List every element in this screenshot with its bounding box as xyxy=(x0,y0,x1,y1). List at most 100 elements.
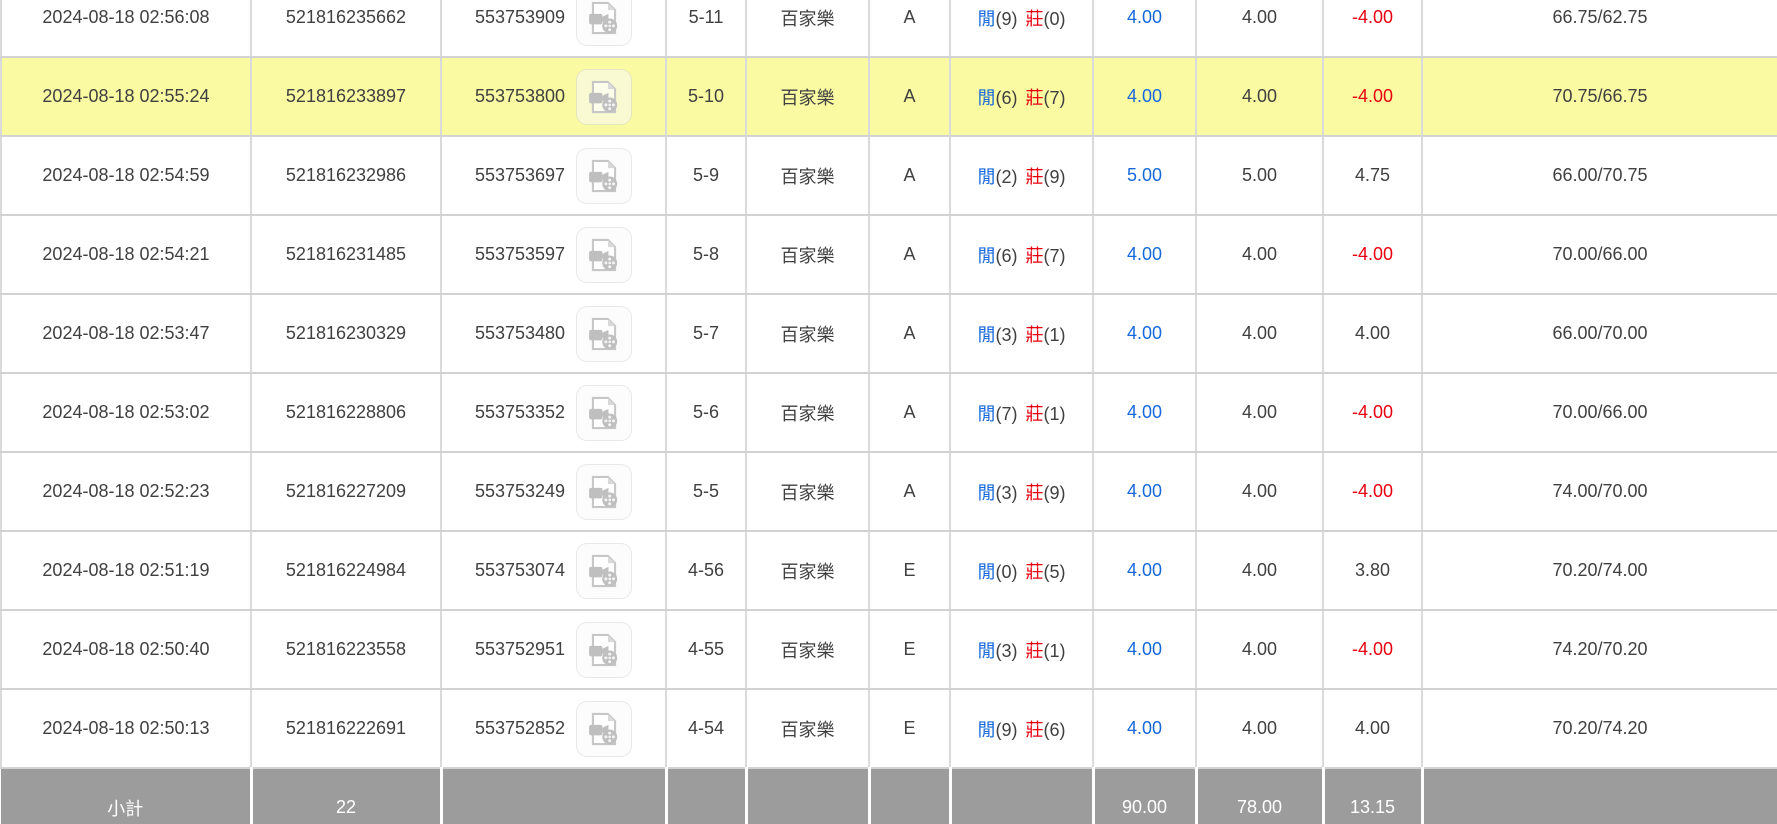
game-round-id: 553753909 xyxy=(475,7,565,28)
bet-row[interactable]: 2024-08-18 02:52:23 521816227209 5537532… xyxy=(1,452,1777,531)
balance-cell: 66.75/62.75 xyxy=(1422,0,1777,57)
subtotal-valid-total: 78.00 xyxy=(1196,768,1323,824)
bet-row[interactable]: 2024-08-18 02:56:08 521816235662 5537539… xyxy=(1,0,1777,57)
subtotal-empty-cell xyxy=(441,768,666,824)
game-round-id: 553753697 xyxy=(475,165,565,186)
video-replay-button[interactable] xyxy=(576,622,632,678)
player-result-label: 閒 xyxy=(978,483,996,503)
game-name-cell: 百家樂 xyxy=(746,294,869,373)
game-round-id-cell: 553753697 xyxy=(441,136,666,215)
bet-amount-link[interactable]: 4.00 xyxy=(1093,215,1196,294)
bet-amount-link[interactable]: 4.00 xyxy=(1093,689,1196,768)
bet-id-cell: 521816231485 xyxy=(251,215,441,294)
video-replay-button[interactable] xyxy=(576,0,632,46)
player-result-score: (3) xyxy=(996,325,1018,345)
bet-amount-link[interactable]: 4.00 xyxy=(1093,294,1196,373)
banker-result-score: (1) xyxy=(1044,404,1066,424)
player-result-score: (7) xyxy=(996,404,1018,424)
bet-time-cell: 2024-08-18 02:52:23 xyxy=(1,452,251,531)
balance-cell: 70.20/74.20 xyxy=(1422,689,1777,768)
bet-row[interactable]: 2024-08-18 02:55:24 521816233897 5537538… xyxy=(1,57,1777,136)
video-replay-button[interactable] xyxy=(576,69,632,125)
bet-row[interactable]: 2024-08-18 02:53:02 521816228806 5537533… xyxy=(1,373,1777,452)
subtotal-count: 22 xyxy=(251,768,441,824)
banker-result-label: 莊 xyxy=(1026,9,1044,29)
bet-amount-link[interactable]: 4.00 xyxy=(1093,57,1196,136)
game-round-id: 553752852 xyxy=(475,718,565,739)
table-letter-cell: E xyxy=(869,610,950,689)
bet-amount-link[interactable]: 4.00 xyxy=(1093,452,1196,531)
round-number-cell: 4-55 xyxy=(666,610,746,689)
win-loss-cell: -4.00 xyxy=(1323,452,1422,531)
result-cell: 閒(3)莊(1) xyxy=(950,610,1093,689)
bet-id-cell: 521816224984 xyxy=(251,531,441,610)
result-cell: 閒(6)莊(7) xyxy=(950,215,1093,294)
game-round-id: 553753352 xyxy=(475,402,565,423)
player-result-label: 閒 xyxy=(978,88,996,108)
result-cell: 閒(3)莊(1) xyxy=(950,294,1093,373)
banker-result-label: 莊 xyxy=(1026,325,1044,345)
bet-row[interactable]: 2024-08-18 02:51:19 521816224984 5537530… xyxy=(1,531,1777,610)
bet-history-viewport: 2024-08-18 02:56:08 521816235662 5537539… xyxy=(0,0,1777,824)
table-letter-cell: A xyxy=(869,136,950,215)
bet-amount-link[interactable]: 4.00 xyxy=(1093,531,1196,610)
valid-amount-cell: 4.00 xyxy=(1196,452,1323,531)
video-file-icon xyxy=(585,0,623,37)
video-file-icon xyxy=(585,710,623,748)
round-number-cell: 5-10 xyxy=(666,57,746,136)
bet-id-cell: 521816223558 xyxy=(251,610,441,689)
subtotal-empty-cell xyxy=(869,768,950,824)
bet-row[interactable]: 2024-08-18 02:53:47 521816230329 5537534… xyxy=(1,294,1777,373)
video-file-icon xyxy=(585,78,623,116)
bet-row[interactable]: 2024-08-18 02:54:21 521816231485 5537535… xyxy=(1,215,1777,294)
valid-amount-cell: 4.00 xyxy=(1196,531,1323,610)
bet-amount-link[interactable]: 5.00 xyxy=(1093,136,1196,215)
video-replay-button[interactable] xyxy=(576,464,632,520)
video-replay-button[interactable] xyxy=(576,543,632,599)
table-letter-cell: E xyxy=(869,531,950,610)
balance-cell: 66.00/70.75 xyxy=(1422,136,1777,215)
bet-amount-link[interactable]: 4.00 xyxy=(1093,373,1196,452)
bet-time-cell: 2024-08-18 02:54:21 xyxy=(1,215,251,294)
video-replay-button[interactable] xyxy=(576,701,632,757)
banker-result-label: 莊 xyxy=(1026,562,1044,582)
video-replay-button[interactable] xyxy=(576,385,632,441)
game-round-id-cell: 553753074 xyxy=(441,531,666,610)
valid-amount-cell: 4.00 xyxy=(1196,57,1323,136)
bet-amount-link[interactable]: 4.00 xyxy=(1093,0,1196,57)
banker-result-score: (9) xyxy=(1044,483,1066,503)
bet-amount-link[interactable]: 4.00 xyxy=(1093,610,1196,689)
round-number-cell: 5-7 xyxy=(666,294,746,373)
balance-cell: 74.00/70.00 xyxy=(1422,452,1777,531)
win-loss-cell: -4.00 xyxy=(1323,0,1422,57)
win-loss-cell: -4.00 xyxy=(1323,610,1422,689)
video-file-icon xyxy=(585,315,623,353)
video-replay-button[interactable] xyxy=(576,227,632,283)
game-name-cell: 百家樂 xyxy=(746,215,869,294)
player-result-score: (2) xyxy=(996,167,1018,187)
game-round-id: 553753800 xyxy=(475,86,565,107)
result-cell: 閒(0)莊(5) xyxy=(950,531,1093,610)
video-replay-button[interactable] xyxy=(576,148,632,204)
bet-row[interactable]: 2024-08-18 02:50:13 521816222691 5537528… xyxy=(1,689,1777,768)
banker-result-score: (0) xyxy=(1044,9,1066,29)
table-letter-cell: E xyxy=(869,689,950,768)
game-name-cell: 百家樂 xyxy=(746,136,869,215)
bet-row[interactable]: 2024-08-18 02:54:59 521816232986 5537536… xyxy=(1,136,1777,215)
win-loss-cell: 4.00 xyxy=(1323,689,1422,768)
bet-id-cell: 521816222691 xyxy=(251,689,441,768)
player-result-label: 閒 xyxy=(978,167,996,187)
game-round-id-cell: 553753249 xyxy=(441,452,666,531)
banker-result-score: (9) xyxy=(1044,167,1066,187)
table-letter-cell: A xyxy=(869,215,950,294)
bet-row[interactable]: 2024-08-18 02:50:40 521816223558 5537529… xyxy=(1,610,1777,689)
video-file-icon xyxy=(585,157,623,195)
video-file-icon xyxy=(585,236,623,274)
video-replay-button[interactable] xyxy=(576,306,632,362)
balance-cell: 70.75/66.75 xyxy=(1422,57,1777,136)
bet-time-cell: 2024-08-18 02:55:24 xyxy=(1,57,251,136)
player-result-score: (9) xyxy=(996,9,1018,29)
player-result-score: (9) xyxy=(996,720,1018,740)
game-name-cell: 百家樂 xyxy=(746,57,869,136)
game-round-id-cell: 553753800 xyxy=(441,57,666,136)
